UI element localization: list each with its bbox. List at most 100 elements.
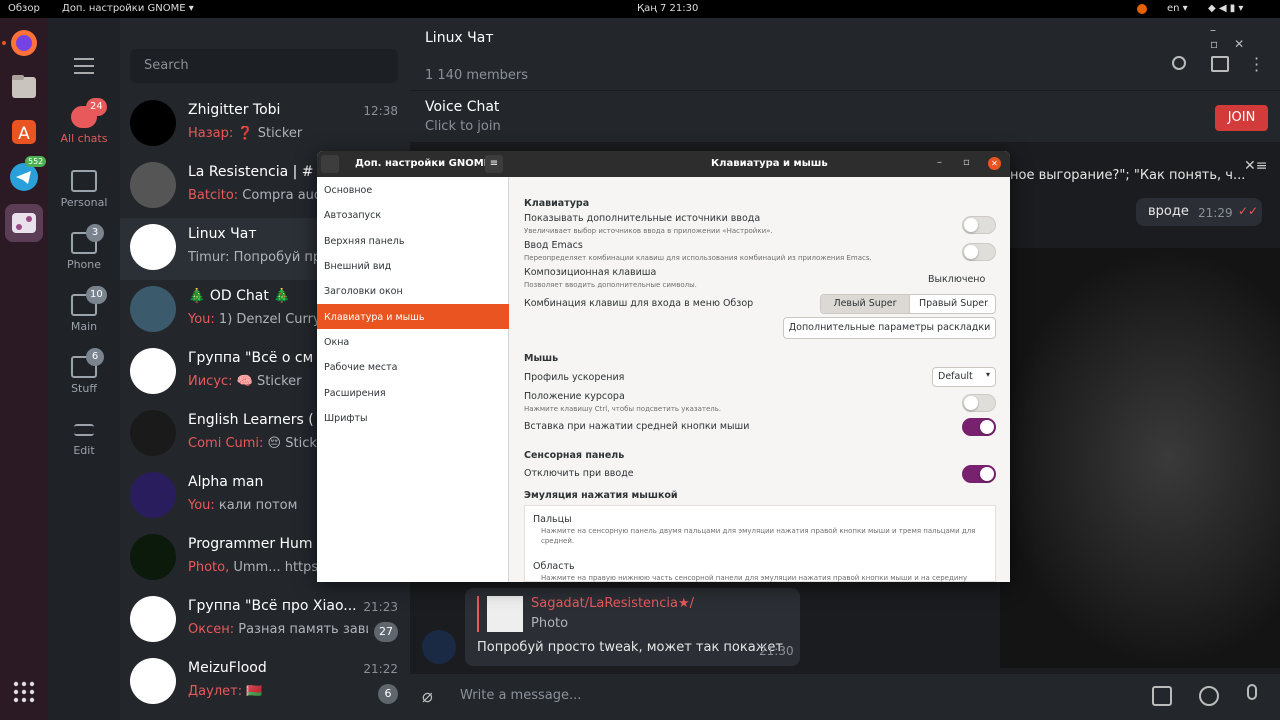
- chat-text: Разная память зави...: [238, 622, 368, 637]
- more-icon[interactable]: · · ·: [1254, 51, 1259, 79]
- sidebar-item-general[interactable]: Основное: [317, 177, 509, 202]
- message-input[interactable]: Write a message...: [460, 688, 581, 703]
- sidebar-item-appearance[interactable]: Внешний вид: [317, 253, 509, 278]
- message-text: вроде: [1148, 204, 1189, 219]
- window-titlebar: Доп. настройки GNOME ≡ Клавиатура и мышь…: [317, 151, 1010, 177]
- chat-sender: Оксен:: [188, 622, 235, 637]
- chat-sender: Назар:: [188, 126, 234, 141]
- setting-label: Комбинация клавиш для входа в меню Обзор: [524, 298, 754, 309]
- folder-all-chats[interactable]: 24 All chats: [48, 98, 120, 145]
- microphone-icon[interactable]: [1247, 684, 1257, 700]
- maximize-button[interactable]: ▫: [963, 157, 970, 168]
- emoji-icon[interactable]: [1199, 686, 1219, 706]
- sidebar-item-windows[interactable]: Окна: [317, 329, 509, 354]
- firefox-icon[interactable]: [5, 24, 43, 62]
- firefox-tray-icon[interactable]: [1137, 4, 1147, 14]
- sliders-icon: [74, 424, 94, 436]
- folder-stuff[interactable]: 6 Stuff: [48, 348, 120, 395]
- folder-main[interactable]: 10 Main: [48, 286, 120, 333]
- wifi-icon[interactable]: ◆ ◀ ▮ ▾: [1208, 3, 1243, 14]
- chat-header: Linux Чат 1 140 members · · · –▫✕: [410, 18, 1280, 90]
- telegram-icon[interactable]: 552: [5, 156, 47, 196]
- files-icon[interactable]: [5, 68, 43, 106]
- layout-options-button[interactable]: Дополнительные параметры раскладки: [783, 317, 996, 339]
- search-icon[interactable]: [321, 155, 339, 173]
- tweaks-icon[interactable]: [5, 204, 43, 242]
- avatar: [130, 596, 176, 642]
- chat-name: Zhigitter Tobi: [188, 102, 281, 118]
- message-bubble[interactable]: Sagadat/LaResistencia★/ Photo Попробуй п…: [465, 588, 800, 666]
- app-menu[interactable]: Доп. настройки GNOME ▾: [62, 3, 194, 14]
- chat-sender: Photo,: [188, 560, 230, 575]
- sidebar-item-fonts[interactable]: Шрифты: [317, 405, 509, 430]
- setting-description: Нажмите клавишу Ctrl, чтобы подсветить у…: [524, 405, 722, 413]
- avatar[interactable]: [422, 630, 456, 664]
- sidebar-item-workspaces[interactable]: Рабочие места: [317, 354, 509, 379]
- attach-icon[interactable]: ⌀: [422, 686, 433, 707]
- sidebar-item-startup[interactable]: Автозапуск: [317, 202, 509, 227]
- accel-profile-dropdown[interactable]: Default ▾: [932, 367, 996, 387]
- sidebar-toggle-icon[interactable]: [1211, 56, 1229, 72]
- chat-sender: Иисус:: [188, 374, 233, 389]
- window-controls[interactable]: –▫✕: [1210, 23, 1280, 51]
- reply-thumbnail: [487, 596, 523, 632]
- area-option[interactable]: Область: [533, 561, 575, 572]
- chat-name: Группа "Всё про Xiao...: [188, 598, 357, 614]
- show-sources-toggle[interactable]: [962, 216, 996, 234]
- section-touchpad: Сенсорная панель: [524, 450, 625, 461]
- chat-sender: You:: [188, 498, 215, 513]
- fingers-option[interactable]: Пальцы: [533, 514, 572, 525]
- software-center-icon[interactable]: A: [5, 113, 43, 151]
- minimize-button[interactable]: –: [937, 157, 942, 168]
- chat-text: 🧠 Sticker: [232, 374, 302, 389]
- sidebar-item-top-bar[interactable]: Верхняя панель: [317, 228, 509, 253]
- join-button[interactable]: JOIN: [1215, 105, 1268, 131]
- emacs-toggle[interactable]: [962, 243, 996, 261]
- setting-label: Композиционная клавиша: [524, 267, 657, 278]
- chat-item[interactable]: Zhigitter Tobi Назар: ❓ Sticker 12:38: [120, 94, 410, 156]
- chat-name: MeizuFlood: [188, 660, 267, 676]
- folder-personal[interactable]: Personal: [48, 170, 120, 209]
- folder-icon: [71, 170, 97, 192]
- folder-label: Main: [70, 320, 98, 333]
- super-key-selector: Левый Super Правый Super: [820, 294, 996, 314]
- middle-click-paste-toggle[interactable]: [962, 418, 996, 436]
- fingers-description: Нажмите на сенсорную панель двумя пальца…: [541, 527, 976, 535]
- reply-text: Photo: [531, 616, 569, 631]
- commands-icon[interactable]: [1152, 686, 1172, 706]
- chat-sender: Comi Cumi:: [188, 436, 264, 451]
- sidebar-item-extensions[interactable]: Расширения: [317, 380, 509, 405]
- voice-chat-bar[interactable]: Voice Chat Click to join JOIN: [410, 90, 1280, 142]
- language-indicator[interactable]: en ▾: [1167, 3, 1188, 14]
- search-icon[interactable]: [1172, 56, 1186, 70]
- pinned-icon[interactable]: ✕≡: [1244, 158, 1267, 174]
- disable-while-typing-toggle[interactable]: [962, 465, 996, 483]
- folder-badge: 6: [86, 348, 104, 366]
- activities-button[interactable]: Обзор: [8, 3, 40, 14]
- message-bubble[interactable]: вроде 21:29 ✓✓: [1136, 198, 1262, 226]
- close-button[interactable]: ✕: [988, 157, 1001, 170]
- sidebar-item-window-titles[interactable]: Заголовки окон: [317, 278, 509, 303]
- chat-item[interactable]: Группа "Всё про Xiao... Оксен: Разная па…: [120, 590, 410, 652]
- setting-description: Увеличивает выбор источников ввода в при…: [524, 227, 773, 235]
- menu-icon[interactable]: [74, 58, 94, 74]
- compose-value[interactable]: Выключено: [928, 274, 985, 285]
- folder-phone[interactable]: 3 Phone: [48, 224, 120, 271]
- tweaks-window: Доп. настройки GNOME ≡ Клавиатура и мышь…: [317, 151, 1010, 582]
- cursor-position-toggle[interactable]: [962, 394, 996, 412]
- reply-author: Sagadat/LaResistencia★/: [531, 596, 695, 611]
- chat-title[interactable]: Linux Чат: [425, 30, 494, 46]
- hamburger-menu-icon[interactable]: ≡: [485, 155, 503, 173]
- clock[interactable]: Қаң 7 21:30: [637, 3, 698, 14]
- chat-preview: Даулет: 🇧🇾: [188, 684, 368, 699]
- section-mouse: Мышь: [524, 353, 559, 364]
- setting-description: Позволяет вводить дополнительные символы…: [524, 281, 697, 289]
- sidebar-item-keyboard-mouse[interactable]: Клавиатура и мышь: [317, 304, 509, 329]
- folder-edit[interactable]: Edit: [48, 418, 120, 457]
- setting-label: Отключить при вводе: [524, 468, 634, 479]
- app-grid-icon[interactable]: [5, 673, 43, 711]
- search-input[interactable]: Search: [130, 49, 398, 83]
- chat-item[interactable]: MeizuFlood Даулет: 🇧🇾 21:22 6: [120, 652, 410, 714]
- left-super-button[interactable]: Левый Super: [821, 295, 909, 313]
- right-super-button[interactable]: Правый Super: [909, 295, 995, 313]
